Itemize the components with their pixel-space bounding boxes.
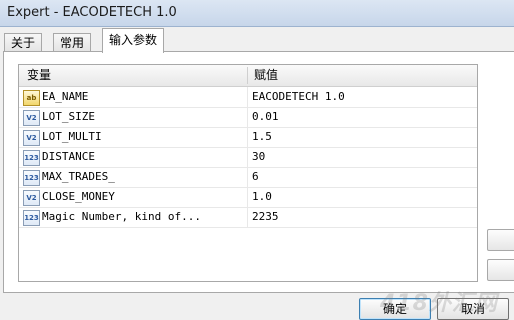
cell-divider bbox=[247, 127, 248, 147]
integer-type-icon: 123 bbox=[23, 210, 40, 226]
parameter-value[interactable]: 30 bbox=[252, 147, 265, 167]
double-type-icon: V2 bbox=[23, 110, 40, 126]
cell-divider bbox=[247, 167, 248, 187]
parameter-value[interactable]: 1.5 bbox=[252, 127, 272, 147]
cell-divider bbox=[247, 147, 248, 167]
cell-divider bbox=[247, 207, 248, 227]
column-header-variable[interactable]: 变量 bbox=[27, 65, 51, 86]
integer-type-icon: 123 bbox=[23, 150, 40, 166]
tab-strip: 关于 常用 输入参数 bbox=[0, 28, 514, 53]
watermark-logo: 418外汇网 bbox=[380, 291, 498, 316]
parameters-grid: 变量 赋值 ab EA_NAME EACODETECH 1.0 V2 LOT_S… bbox=[18, 64, 478, 282]
parameter-name: LOT_SIZE bbox=[42, 110, 95, 123]
grid-header: 变量 赋值 bbox=[19, 65, 477, 87]
window-title: Expert - EACODETECH 1.0 bbox=[7, 5, 177, 20]
cell-divider bbox=[247, 107, 248, 127]
double-type-icon: V2 bbox=[23, 190, 40, 206]
parameter-value[interactable]: 6 bbox=[252, 167, 259, 187]
parameter-name: EA_NAME bbox=[42, 90, 89, 103]
parameter-name: CLOSE_MONEY bbox=[42, 190, 115, 203]
integer-type-icon: 123 bbox=[23, 170, 40, 186]
parameter-name: DISTANCE bbox=[42, 150, 95, 163]
column-divider[interactable] bbox=[247, 67, 248, 84]
parameter-name: MAX_TRADES_ bbox=[42, 170, 115, 183]
tab-input-parameters[interactable]: 输入参数 bbox=[102, 28, 165, 53]
parameter-value[interactable]: 2235 bbox=[252, 207, 279, 227]
table-row[interactable]: 123 Magic Number, kind of... 2235 bbox=[19, 207, 477, 228]
title-bar: Expert - EACODETECH 1.0 bbox=[0, 0, 514, 27]
cell-divider bbox=[247, 87, 248, 107]
table-row[interactable]: ab EA_NAME EACODETECH 1.0 bbox=[19, 87, 477, 108]
table-row[interactable]: 123 DISTANCE 30 bbox=[19, 147, 477, 168]
double-type-icon: V2 bbox=[23, 130, 40, 146]
parameter-value[interactable]: 1.0 bbox=[252, 187, 272, 207]
parameter-value[interactable]: 0.01 bbox=[252, 107, 279, 127]
tab-panel: 变量 赋值 ab EA_NAME EACODETECH 1.0 V2 LOT_S… bbox=[3, 51, 514, 293]
parameter-value[interactable]: EACODETECH 1.0 bbox=[252, 87, 345, 107]
string-type-icon: ab bbox=[23, 90, 40, 106]
table-row[interactable]: V2 LOT_MULTI 1.5 bbox=[19, 127, 477, 148]
tab-about[interactable]: 关于 bbox=[4, 33, 43, 52]
column-header-value[interactable]: 赋值 bbox=[254, 65, 278, 86]
parameter-name: Magic Number, kind of... bbox=[42, 210, 201, 223]
table-row[interactable]: 123 MAX_TRADES_ 6 bbox=[19, 167, 477, 188]
side-button-top[interactable] bbox=[487, 229, 514, 251]
parameter-name: LOT_MULTI bbox=[42, 130, 102, 143]
cell-divider bbox=[247, 187, 248, 207]
table-row[interactable]: V2 LOT_SIZE 0.01 bbox=[19, 107, 477, 128]
table-row[interactable]: V2 CLOSE_MONEY 1.0 bbox=[19, 187, 477, 208]
side-button-bottom[interactable] bbox=[487, 259, 514, 281]
tab-common[interactable]: 常用 bbox=[53, 33, 92, 52]
